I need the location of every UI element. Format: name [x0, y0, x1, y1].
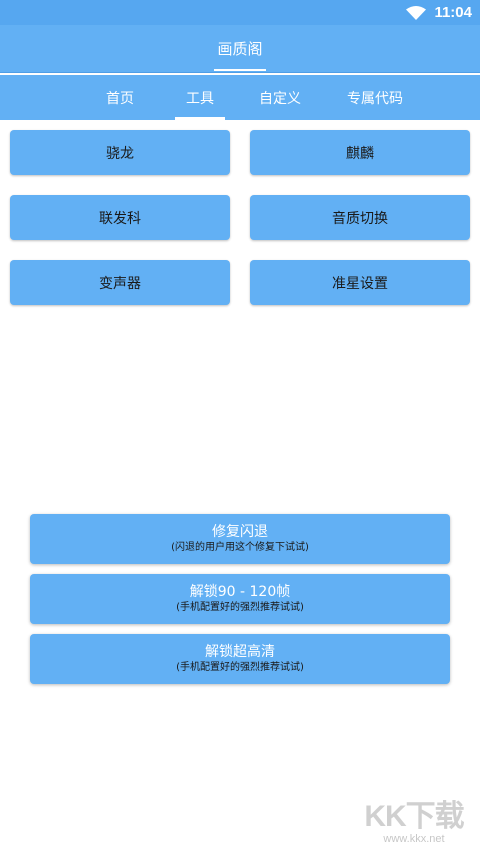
tab-custom[interactable]: 自定义 [250, 75, 310, 120]
status-bar: 11:04 [0, 0, 480, 25]
tab-label: 首页 [106, 90, 134, 107]
watermark: KK下载 www.kkx.net [354, 801, 474, 851]
button-label: 麒麟 [346, 145, 374, 162]
button-label: 联发科 [99, 210, 141, 227]
button-label: 骁龙 [106, 145, 134, 162]
button-label: 音质切换 [332, 210, 388, 227]
kirin-button[interactable]: 麒麟 [250, 130, 470, 175]
unlock-fps-button[interactable]: 解锁90 - 120帧 (手机配置好的强烈推荐试试) [30, 574, 450, 624]
action-subtitle: (手机配置好的强烈推荐试试) [176, 662, 304, 673]
action-title: 修复闪退 [212, 524, 268, 540]
tab-home[interactable]: 首页 [90, 75, 150, 120]
app-screen: 11:04 画质阁 首页 工具 自定义 专属代码 骁龙 麒麟 联发科 音质切换 … [0, 0, 480, 853]
tab-label: 工具 [186, 90, 214, 107]
fix-crash-button[interactable]: 修复闪退 (闪退的用户用这个修复下试试) [30, 514, 450, 564]
watermark-logo: KK下载 [364, 800, 464, 833]
tab-tools[interactable]: 工具 [175, 75, 225, 120]
crosshair-settings-button[interactable]: 准星设置 [250, 260, 470, 305]
action-subtitle: (闪退的用户用这个修复下试试) [171, 542, 309, 553]
snapdragon-button[interactable]: 骁龙 [10, 130, 230, 175]
title-bar: 画质阁 [0, 25, 480, 73]
title-underline [214, 69, 266, 71]
tab-label: 自定义 [259, 90, 301, 107]
unlock-uhd-button[interactable]: 解锁超高清 (手机配置好的强烈推荐试试) [30, 634, 450, 684]
action-title: 解锁90 - 120帧 [189, 584, 291, 600]
action-title: 解锁超高清 [205, 644, 275, 660]
action-subtitle: (手机配置好的强烈推荐试试) [176, 602, 304, 613]
tab-indicator [175, 117, 225, 120]
audio-switch-button[interactable]: 音质切换 [250, 195, 470, 240]
wifi-icon [406, 5, 427, 20]
watermark-url: www.kkx.net [383, 833, 445, 845]
tab-label: 专属代码 [347, 90, 403, 107]
tab-bar: 首页 工具 自定义 专属代码 [0, 75, 480, 120]
button-label: 变声器 [99, 275, 141, 292]
voice-changer-button[interactable]: 变声器 [10, 260, 230, 305]
tab-exclusive-code[interactable]: 专属代码 [325, 75, 425, 120]
page-title: 画质阁 [217, 40, 263, 58]
status-time: 11:04 [434, 4, 472, 21]
button-label: 准星设置 [332, 275, 388, 292]
mediatek-button[interactable]: 联发科 [10, 195, 230, 240]
